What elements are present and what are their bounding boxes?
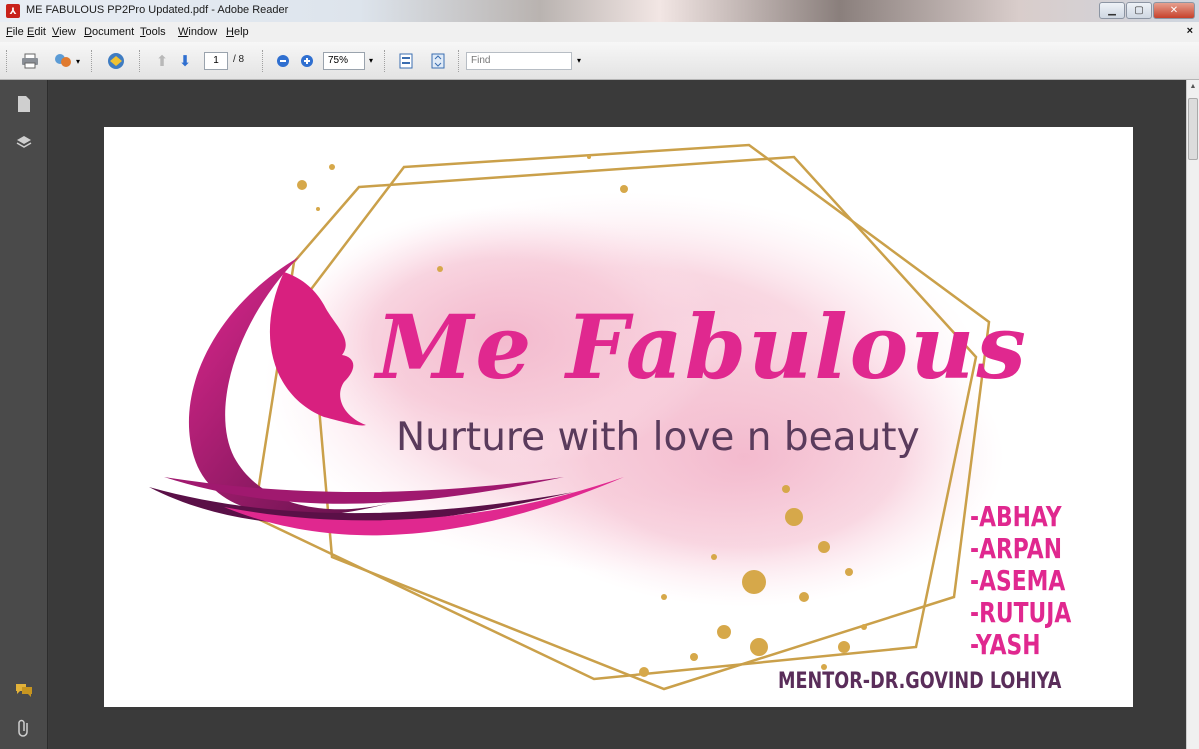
scroll-up-icon[interactable]: ▲ <box>1187 80 1199 94</box>
pdf-page: Me Fabulous Nurture with love n beauty -… <box>104 127 1133 707</box>
next-page-icon[interactable]: ⬇ <box>174 51 196 71</box>
find-input[interactable]: Find <box>466 52 572 70</box>
navigation-pane <box>0 80 48 749</box>
previous-page-icon[interactable]: ⬆ <box>151 51 173 71</box>
menu-view[interactable]: View <box>52 26 76 38</box>
mentor-credit: MENTOR-DR.GOVIND LOHIYA <box>778 669 1062 694</box>
brand-tagline: Nurture with love n beauty <box>396 415 920 460</box>
team-member: -RUTUJA <box>970 596 1072 629</box>
team-member: -YASH <box>970 628 1041 661</box>
fit-width-icon[interactable] <box>395 51 417 71</box>
scrollbar-thumb[interactable] <box>1188 98 1198 160</box>
zoom-in-icon[interactable] <box>296 51 318 71</box>
menu-help[interactable]: Help <box>226 26 249 38</box>
toolbar: ▾ ⬆ ⬇ 1 / 8 75% ▾ Find ▾ <box>0 42 1199 80</box>
attachments-paperclip-icon[interactable] <box>14 718 34 738</box>
team-names-list: -ABHAY -ARPAN -ASEMA -RUTUJA -YASH <box>970 501 1071 661</box>
chevron-down-icon[interactable]: ▾ <box>73 51 83 71</box>
menu-bar: File Edit View Document Tools Window Hel… <box>0 22 1199 42</box>
menu-edit[interactable]: Edit <box>27 26 46 38</box>
toolbar-separator <box>384 50 386 72</box>
zoom-out-icon[interactable] <box>272 51 294 71</box>
find-dropdown-icon[interactable]: ▾ <box>573 52 585 70</box>
toolbar-separator <box>458 50 460 72</box>
title-bar: ⅄ ME FABULOUS PP2Pro Updated.pdf - Adobe… <box>0 0 1199 22</box>
zoom-level-field[interactable]: 75% <box>323 52 365 70</box>
pdf-icon: ⅄ <box>6 4 20 18</box>
page-number-input[interactable]: 1 <box>204 52 228 70</box>
toolbar-separator <box>91 50 93 72</box>
email-share-icon[interactable] <box>105 51 127 71</box>
toolbar-grip <box>6 50 8 72</box>
brand-title: Me Fabulous <box>376 295 1028 399</box>
pages-panel-icon[interactable] <box>14 94 34 114</box>
maximize-button[interactable]: ▢ <box>1126 2 1152 19</box>
toolbar-separator <box>139 50 141 72</box>
window-title: ME FABULOUS PP2Pro Updated.pdf - Adobe R… <box>26 4 289 16</box>
vertical-scrollbar[interactable]: ▲ <box>1186 80 1199 749</box>
menu-window[interactable]: Window <box>178 26 217 38</box>
page-total: / 8 <box>233 54 245 65</box>
team-member: -ARPAN <box>970 532 1062 565</box>
document-close-icon[interactable]: × <box>1187 25 1193 37</box>
team-member: -ASEMA <box>970 564 1066 597</box>
close-button[interactable]: ✕ <box>1153 2 1195 19</box>
watercolor-background <box>264 192 1004 607</box>
menu-document[interactable]: Document <box>84 26 134 38</box>
zoom-dropdown-icon[interactable]: ▾ <box>365 52 377 70</box>
comments-panel-icon[interactable] <box>14 680 34 700</box>
window-controls: ▁ ▢ ✕ <box>1099 2 1195 19</box>
fit-page-icon[interactable] <box>427 51 449 71</box>
print-icon[interactable] <box>19 51 41 71</box>
layers-panel-icon[interactable] <box>14 132 34 152</box>
menu-file[interactable]: File <box>6 26 24 38</box>
team-member: -ABHAY <box>970 500 1062 533</box>
toolbar-separator <box>262 50 264 72</box>
collaborate-icon[interactable] <box>52 51 74 71</box>
menu-tools[interactable]: Tools <box>140 26 166 38</box>
minimize-button[interactable]: ▁ <box>1099 2 1125 19</box>
